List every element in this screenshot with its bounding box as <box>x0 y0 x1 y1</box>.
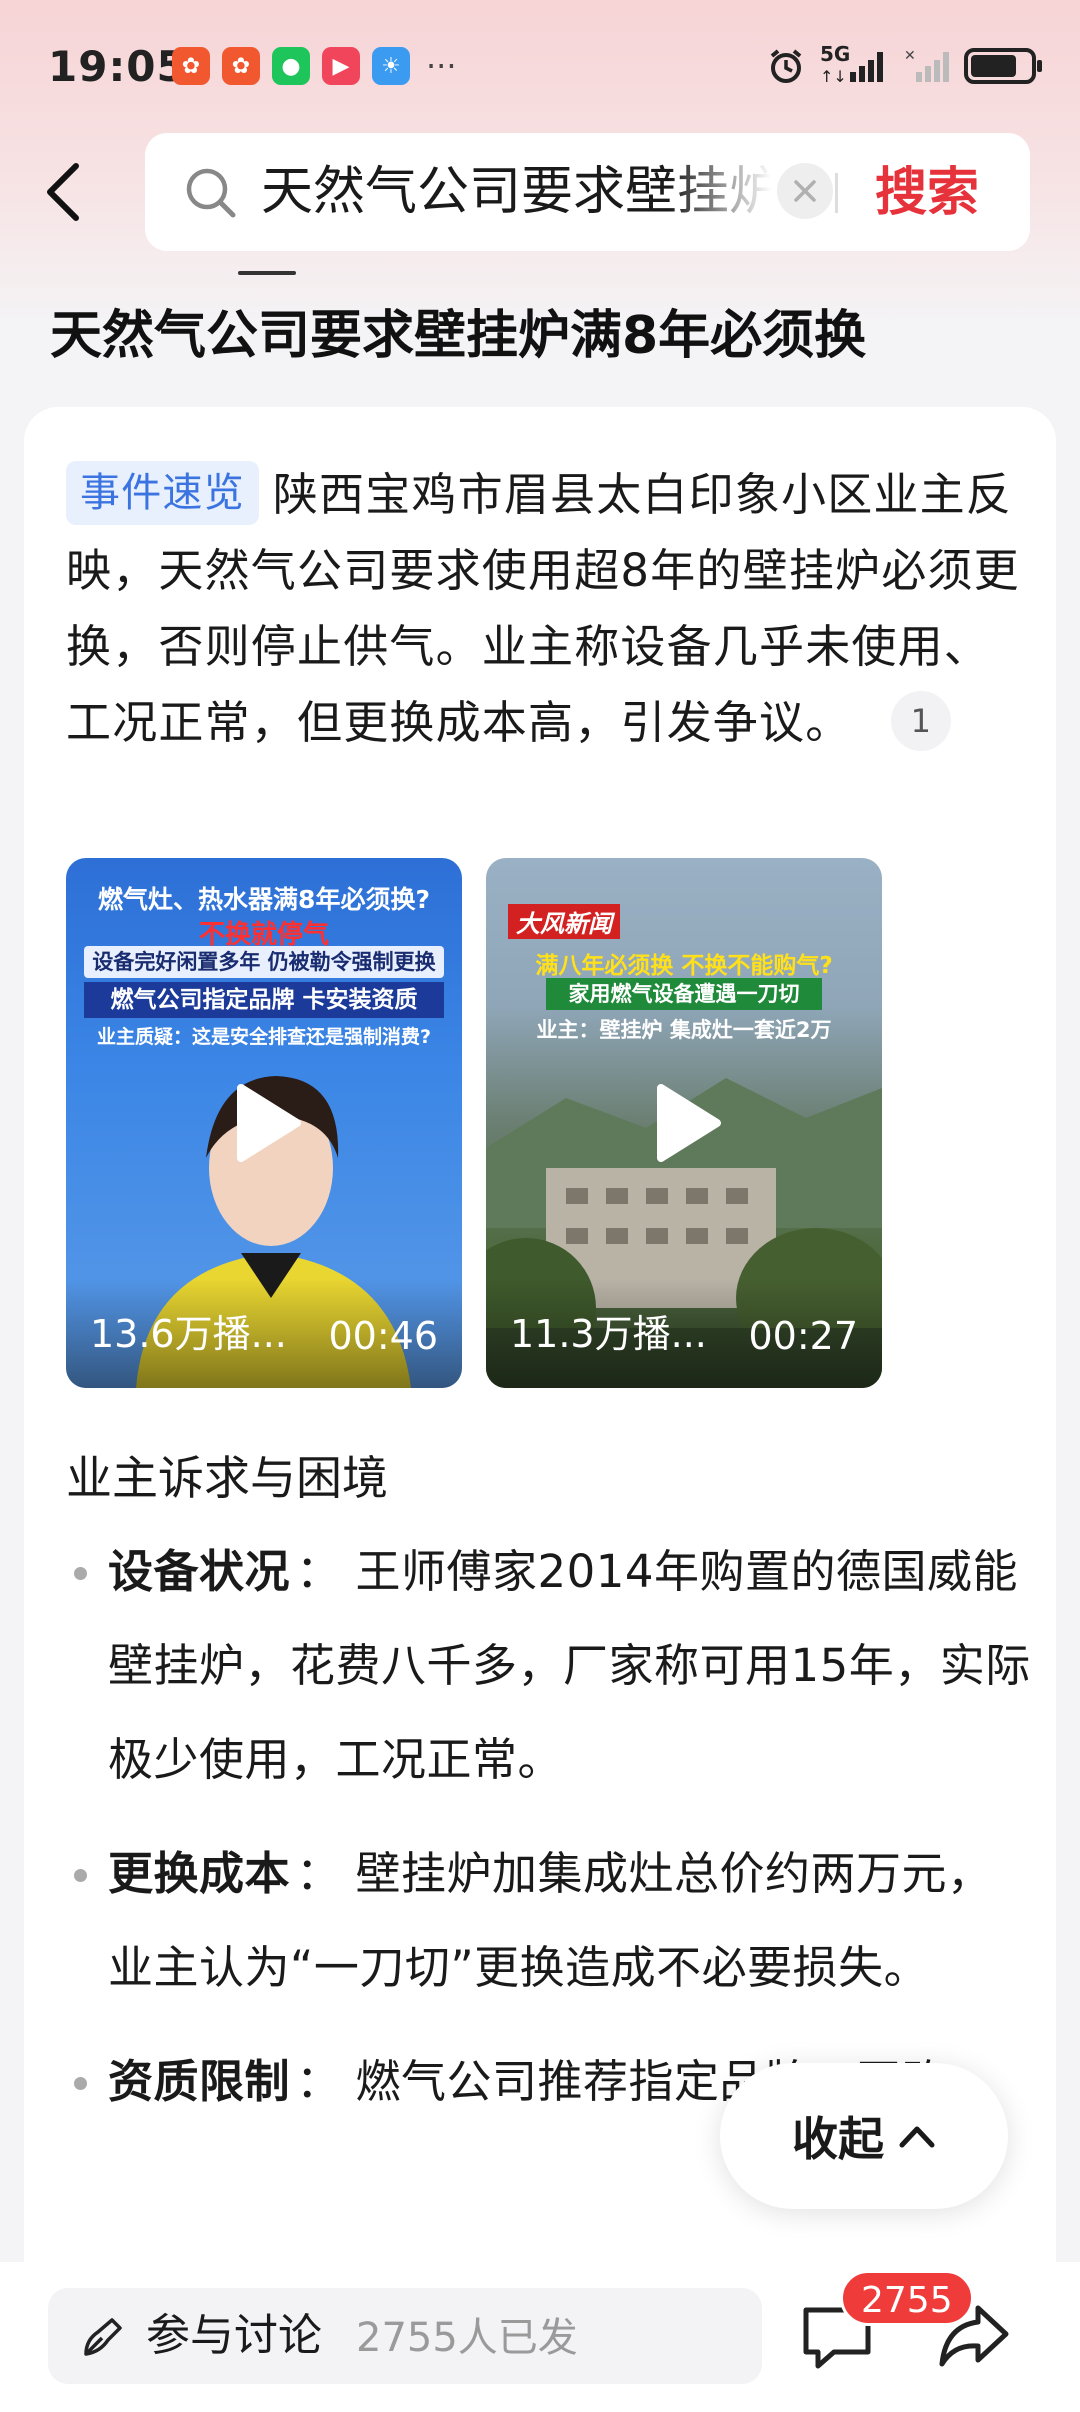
wechat-icon: ● <box>272 47 310 85</box>
signal-no-service-icon: ✕ <box>904 48 949 82</box>
status-time: 19:05 <box>48 42 187 91</box>
search-divider <box>835 173 838 213</box>
bullet-separator: ： <box>296 1545 342 1598</box>
tab-indicator <box>238 271 296 275</box>
video-caption: 燃气公司指定品牌 卡安装资质 <box>84 982 444 1018</box>
video-caption: 家用燃气设备遭遇一刀切 <box>546 978 822 1010</box>
share-icon[interactable] <box>938 2302 1010 2372</box>
search-icon <box>186 168 236 218</box>
list-item: 设备状况：王师傅家2014年购置的德国威能壁挂炉，花费八千多，厂家称可用15年，… <box>66 1525 1036 1807</box>
status-bar: 19:05 ✿ ✿ ● ▶ ☀ ··· 5G ↑↓ ✕ <box>0 0 1080 135</box>
video-duration: 00:27 <box>748 1314 858 1358</box>
bullet-label: 更换成本 <box>108 1847 291 1900</box>
reference-badge[interactable]: 1 <box>891 691 952 751</box>
collapse-label: 收起 <box>792 2112 884 2166</box>
battery-level <box>971 55 1017 77</box>
bullet-label: 设备状况 <box>108 1545 291 1598</box>
clear-search-button[interactable] <box>777 163 833 219</box>
more-notifications-icon: ··· <box>426 47 457 85</box>
close-icon <box>794 180 816 202</box>
notification-icons: ✿ ✿ ● ▶ ☀ ··· <box>172 47 457 85</box>
alarm-icon <box>770 49 802 83</box>
back-button[interactable] <box>40 152 100 232</box>
discussion-count: 2755人已发 <box>356 2315 578 2361</box>
page-title: 天然气公司要求壁挂炉满8年必须换 <box>50 306 867 366</box>
search-bar[interactable]: 天然气公司要求壁挂炉满8年必须换 搜索 <box>145 133 1030 251</box>
signal-5g-icon: 5G ↑↓ <box>820 42 890 86</box>
app-notification-icon: ✿ <box>172 47 210 85</box>
play-icon[interactable] <box>219 1078 309 1168</box>
chevron-left-icon <box>47 163 79 221</box>
video-card[interactable]: 大风新闻 满八年必须换 不换不能购气? 家用燃气设备遭遇一刀切 业主：壁挂炉 集… <box>486 858 882 1388</box>
bullet-separator: ： <box>296 2055 342 2108</box>
event-overview-tag: 事件速览 <box>66 461 259 525</box>
discussion-label: 参与讨论 <box>146 2310 322 2361</box>
bullet-separator: ： <box>296 1847 342 1900</box>
video-caption: 满八年必须换 不换不能购气? <box>535 953 833 979</box>
battery-icon <box>964 48 1042 84</box>
discussion-input[interactable]: 参与讨论 2755人已发 <box>48 2288 762 2384</box>
svg-text:↑↓: ↑↓ <box>820 67 847 86</box>
status-indicators: 5G ↑↓ ✕ <box>766 42 1042 86</box>
video-caption: 设备完好闲置多年 仍被勒令强制更换 <box>84 946 444 978</box>
svg-text:✕: ✕ <box>904 48 916 64</box>
search-button[interactable]: 搜索 <box>875 163 979 223</box>
section-heading: 业主诉求与困境 <box>66 1451 388 1505</box>
weather-icon: ☀ <box>372 47 410 85</box>
bottom-bar: 参与讨论 2755人已发 2755 <box>0 2262 1080 2412</box>
video-app-icon: ▶ <box>322 47 360 85</box>
list-item: 更换成本：壁挂炉加集成灶总价约两万元，业主认为“一刀切”更换造成不必要损失。 <box>66 1827 1036 2015</box>
video-play-count: 11.3万播... <box>510 1312 707 1356</box>
video-list: 燃气灶、热水器满8年必须换? 不换就停气 设备完好闲置多年 仍被勒令强制更换 燃… <box>66 858 882 1388</box>
video-caption: 燃气灶、热水器满8年必须换? <box>98 885 430 914</box>
video-play-count: 13.6万播... <box>90 1312 287 1356</box>
bullet-label: 资质限制 <box>108 2055 291 2108</box>
pen-icon <box>84 2318 122 2356</box>
app-notification-icon: ✿ <box>222 47 260 85</box>
play-icon[interactable] <box>639 1078 729 1168</box>
video-card[interactable]: 燃气灶、热水器满8年必须换? 不换就停气 设备完好闲置多年 仍被勒令强制更换 燃… <box>66 858 462 1388</box>
chevron-up-icon <box>899 2126 935 2148</box>
collapse-button[interactable]: 收起 <box>720 2063 1008 2209</box>
event-summary: 事件速览 陕西宝鸡市眉县太白印象小区业主反映，天然气公司要求使用超8年的壁挂炉必须… <box>66 457 1024 761</box>
video-caption: 业主质疑：这是安全排查还是强制消费? <box>96 1026 432 1048</box>
video-source-logo: 大风新闻 <box>508 904 620 939</box>
video-duration: 00:46 <box>328 1314 438 1358</box>
bullet-list: 设备状况：王师傅家2014年购置的德国威能壁挂炉，花费八千多，厂家称可用15年，… <box>66 1525 1036 2149</box>
search-input[interactable]: 天然气公司要求壁挂炉满8年必须换 <box>261 159 771 225</box>
